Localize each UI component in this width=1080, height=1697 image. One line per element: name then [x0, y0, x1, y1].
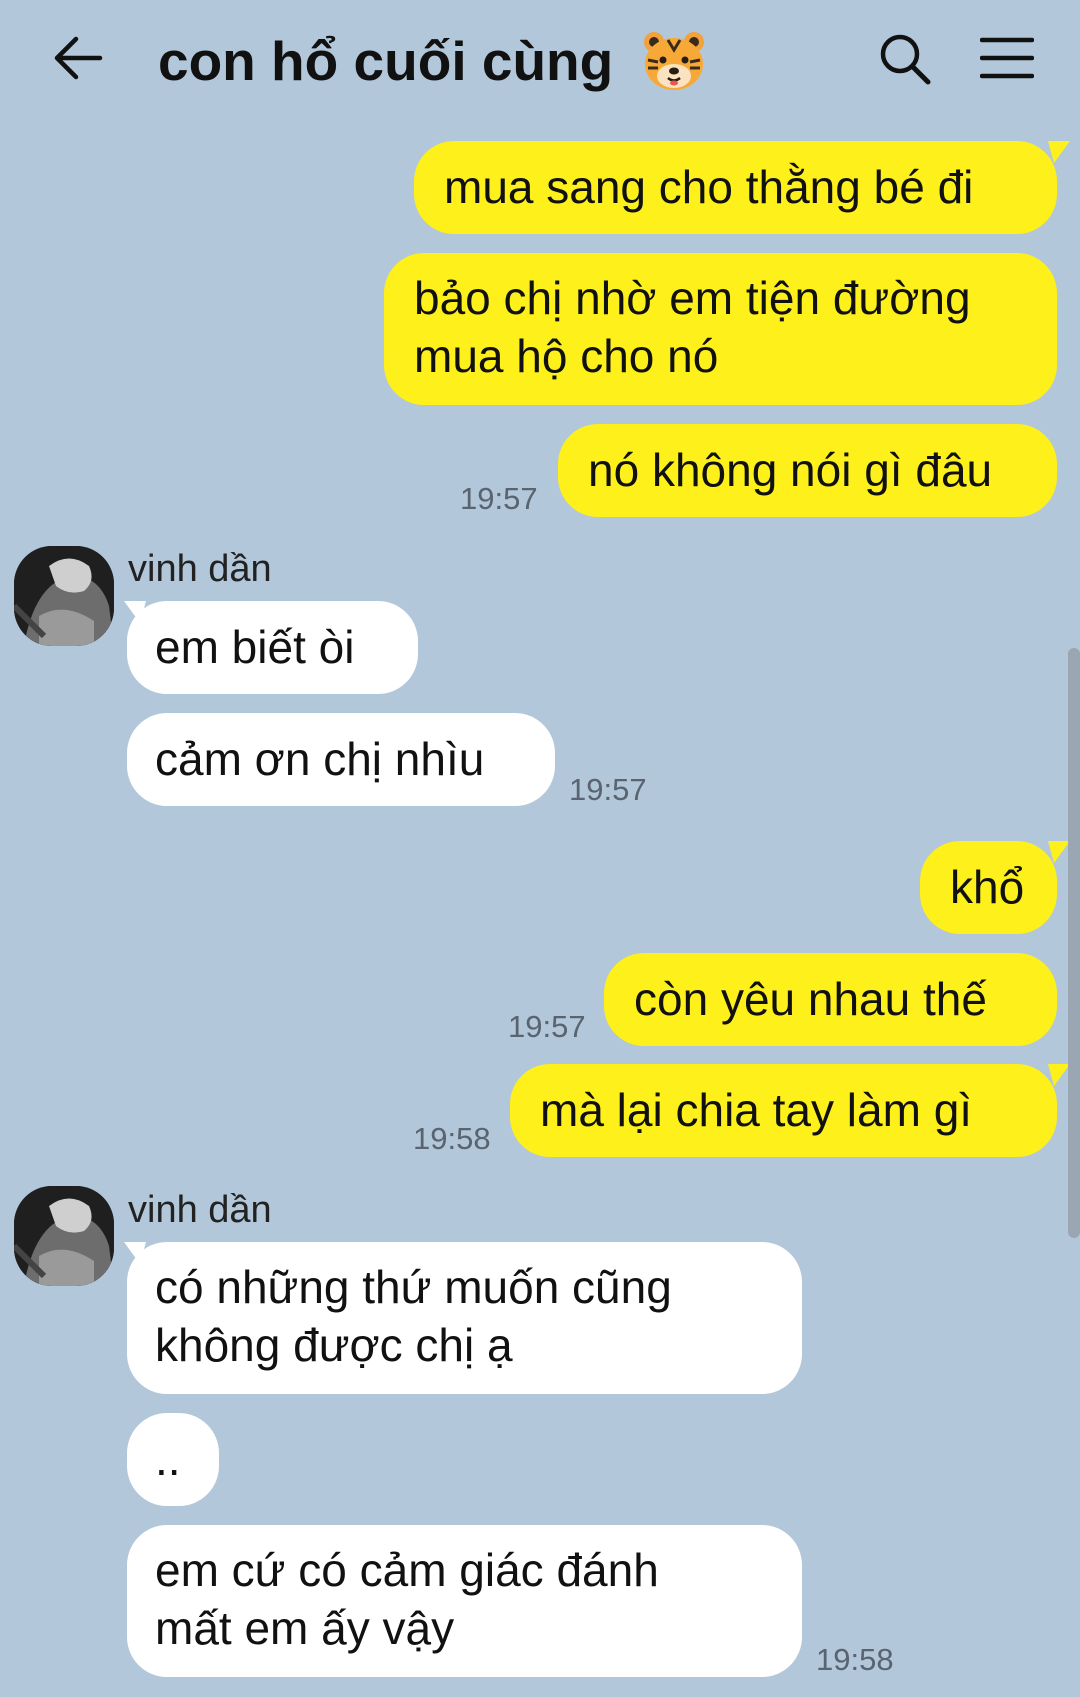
chat-title: con hổ cuối cùng — [158, 30, 614, 92]
message-bubble-theirs[interactable]: .. — [127, 1413, 219, 1506]
message-timestamp: 19:57 — [569, 772, 647, 807]
message-timestamp: 19:57 — [460, 481, 538, 516]
tiger-face-icon — [644, 32, 704, 90]
hamburger-menu-icon[interactable] — [980, 36, 1034, 80]
message-timestamp: 19:58 — [816, 1642, 894, 1677]
message-bubble-theirs[interactable]: em biết òi — [127, 601, 418, 694]
message-bubble-mine[interactable]: khổ — [920, 841, 1057, 934]
message-text: có những thứ muốn cũng — [155, 1261, 672, 1313]
bubble-tail — [124, 1242, 146, 1264]
message-bubble-theirs[interactable]: có những thứ muốn cũng không được chị ạ — [127, 1242, 802, 1394]
chat-header: con hổ cuối cùng — [0, 0, 1080, 120]
message-bubble-theirs[interactable]: cảm ơn chị nhìu — [127, 713, 555, 806]
avatar[interactable] — [14, 1186, 114, 1286]
message-text: còn yêu nhau thế — [634, 973, 987, 1025]
message-text: cảm ơn chị nhìu — [155, 733, 485, 785]
avatar-image — [14, 1186, 114, 1286]
bubble-tail — [1048, 841, 1070, 863]
scrollbar-thumb[interactable] — [1068, 648, 1080, 1238]
avatar[interactable] — [14, 546, 114, 646]
message-text: khổ — [950, 861, 1025, 913]
arrow-left-icon[interactable] — [50, 30, 106, 86]
message-timestamp: 19:57 — [508, 1009, 586, 1044]
message-text: bảo chị nhờ em tiện đường — [414, 272, 971, 324]
message-bubble-mine[interactable]: mua sang cho thằng bé đi — [414, 141, 1057, 234]
message-text: em biết òi — [155, 621, 355, 673]
sender-name: vinh dần — [128, 1189, 272, 1231]
message-text: mà lại chia tay làm gì — [540, 1084, 973, 1136]
message-text: em cứ có cảm giác đánh — [155, 1544, 659, 1596]
message-bubble-mine[interactable]: mà lại chia tay làm gì — [510, 1064, 1057, 1157]
message-text: mua hộ cho nó — [414, 330, 719, 382]
message-text: mất em ấy vậy — [155, 1602, 455, 1654]
bubble-tail — [1048, 1064, 1070, 1086]
message-bubble-mine[interactable]: còn yêu nhau thế — [604, 953, 1057, 1046]
message-text: .. — [155, 1433, 181, 1485]
search-icon[interactable] — [874, 28, 936, 90]
message-timestamp: 19:58 — [413, 1121, 491, 1156]
bubble-tail — [124, 601, 146, 623]
sender-name: vinh dần — [128, 548, 272, 590]
message-bubble-theirs[interactable]: em cứ có cảm giác đánh mất em ấy vậy — [127, 1525, 802, 1677]
message-bubble-mine[interactable]: bảo chị nhờ em tiện đường mua hộ cho nó — [384, 253, 1057, 405]
message-text: không được chị ạ — [155, 1319, 513, 1371]
avatar-image — [14, 546, 114, 646]
message-text: nó không nói gì đâu — [588, 444, 993, 496]
bubble-tail — [1048, 141, 1070, 163]
message-bubble-mine[interactable]: nó không nói gì đâu — [558, 424, 1057, 517]
message-text: mua sang cho thằng bé đi — [444, 161, 974, 213]
